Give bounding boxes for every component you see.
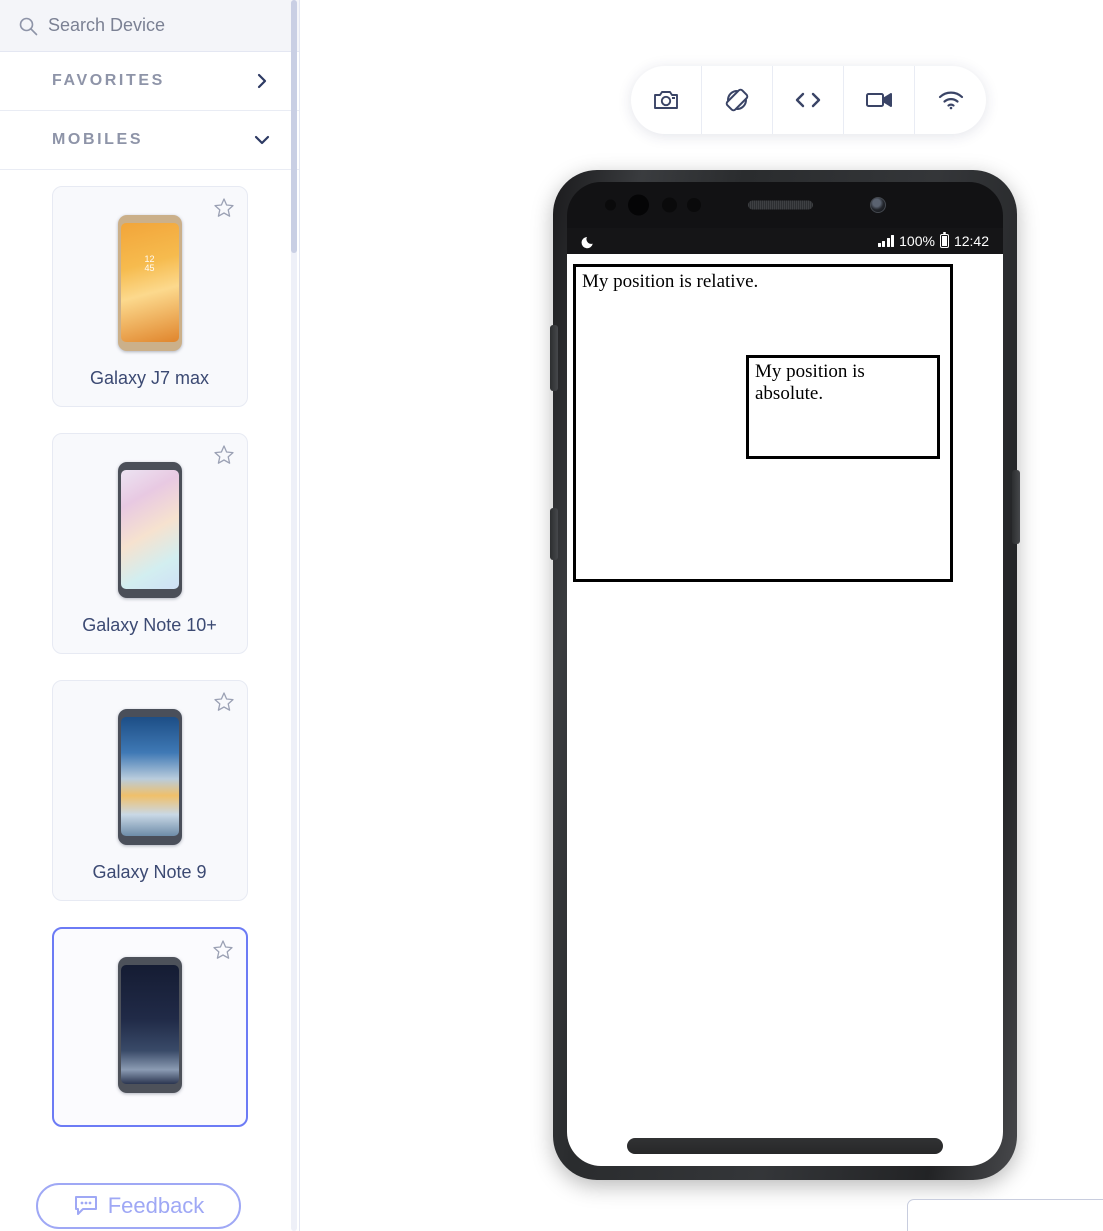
relative-box: My position is relative. My position is … <box>573 264 953 582</box>
device-bottom-bezel <box>627 1138 943 1154</box>
sensor-dot <box>662 197 677 213</box>
network-button[interactable] <box>915 66 986 134</box>
device-sensors <box>567 182 1003 228</box>
search-icon <box>18 16 38 36</box>
rotate-button[interactable] <box>702 66 773 134</box>
chat-bubble-icon <box>73 1194 99 1218</box>
screen-rotation-icon <box>724 87 750 113</box>
search-input[interactable] <box>48 15 281 36</box>
device-sidebar: FAVORITES MOBILES <box>0 0 300 1231</box>
battery-full-icon <box>939 231 949 248</box>
star-outline-icon[interactable] <box>213 444 235 466</box>
video-camera-icon <box>865 91 893 109</box>
section-mobiles[interactable]: MOBILES <box>0 111 299 170</box>
rendered-page: My position is relative. My position is … <box>567 254 1003 1166</box>
device-card-galaxy-j7-max[interactable]: 12 45 Galaxy J7 max <box>51 186 248 407</box>
section-favorites-label: FAVORITES <box>52 72 165 89</box>
star-outline-icon[interactable] <box>213 197 235 219</box>
power-button[interactable] <box>1012 470 1020 544</box>
device-name: Galaxy J7 max <box>89 368 210 388</box>
device-thumbnail <box>117 709 182 845</box>
front-camera-icon <box>870 197 886 213</box>
preview-area: 100% 12:42 My position is relative. My p… <box>300 0 1103 1231</box>
device-card-galaxy-note-10-plus[interactable]: Galaxy Note 10+ <box>51 433 248 654</box>
sensor-dot <box>687 198 701 212</box>
device-list: 12 45 Galaxy J7 max Galaxy Note 10+ Gala… <box>0 170 299 1127</box>
sidebar-scrollbar[interactable] <box>291 0 297 1231</box>
devtools-button[interactable] <box>773 66 844 134</box>
device-frame: 100% 12:42 My position is relative. My p… <box>550 170 1020 1180</box>
feedback-button[interactable]: Feedback <box>36 1183 241 1229</box>
device-screen: 100% 12:42 My position is relative. My p… <box>567 182 1003 1166</box>
volume-button[interactable] <box>550 325 558 391</box>
chevron-right-icon <box>253 72 271 90</box>
device-thumbnail <box>117 462 182 598</box>
device-name: Galaxy Note 10+ <box>82 615 217 635</box>
earpiece-speaker <box>748 200 813 210</box>
sensor-dot <box>628 194 649 216</box>
device-thumbnail: 12 45 <box>117 215 182 351</box>
sidebar-scrollbar-thumb[interactable] <box>291 0 297 253</box>
device-thumbnail <box>117 957 182 1093</box>
device-name: Galaxy Note 9 <box>92 862 207 882</box>
bottom-panel[interactable] <box>907 1199 1103 1231</box>
device-card-selected[interactable] <box>51 927 248 1127</box>
app-root: FAVORITES MOBILES <box>0 0 1103 1231</box>
sensor-dot <box>605 199 616 211</box>
page-body: My position is relative. My position is … <box>567 254 1003 592</box>
crescent-moon-icon <box>581 234 596 249</box>
device-status-bar: 100% 12:42 <box>567 228 1003 254</box>
battery-percent-label: 100% <box>899 233 935 249</box>
chevron-down-icon <box>253 131 271 149</box>
relative-text: My position is relative. <box>582 271 759 292</box>
code-brackets-icon <box>793 90 823 110</box>
section-mobiles-label: MOBILES <box>52 131 144 148</box>
star-outline-icon[interactable] <box>213 691 235 713</box>
star-outline-icon[interactable] <box>212 939 234 961</box>
section-favorites[interactable]: FAVORITES <box>0 52 299 111</box>
absolute-box: My position is absolute. <box>746 355 940 459</box>
device-toolbar <box>631 66 986 134</box>
camera-icon <box>653 89 679 111</box>
record-button[interactable] <box>844 66 915 134</box>
bixby-button[interactable] <box>550 508 558 560</box>
clock-label: 12:42 <box>953 233 989 249</box>
absolute-text: My position is absolute. <box>755 361 865 404</box>
feedback-label: Feedback <box>107 1193 205 1218</box>
search-bar[interactable] <box>0 0 299 52</box>
device-card-galaxy-note-9[interactable]: Galaxy Note 9 <box>51 680 248 901</box>
signal-bars-icon <box>877 235 895 247</box>
screenshot-button[interactable] <box>631 66 702 134</box>
wifi-icon <box>938 90 964 110</box>
